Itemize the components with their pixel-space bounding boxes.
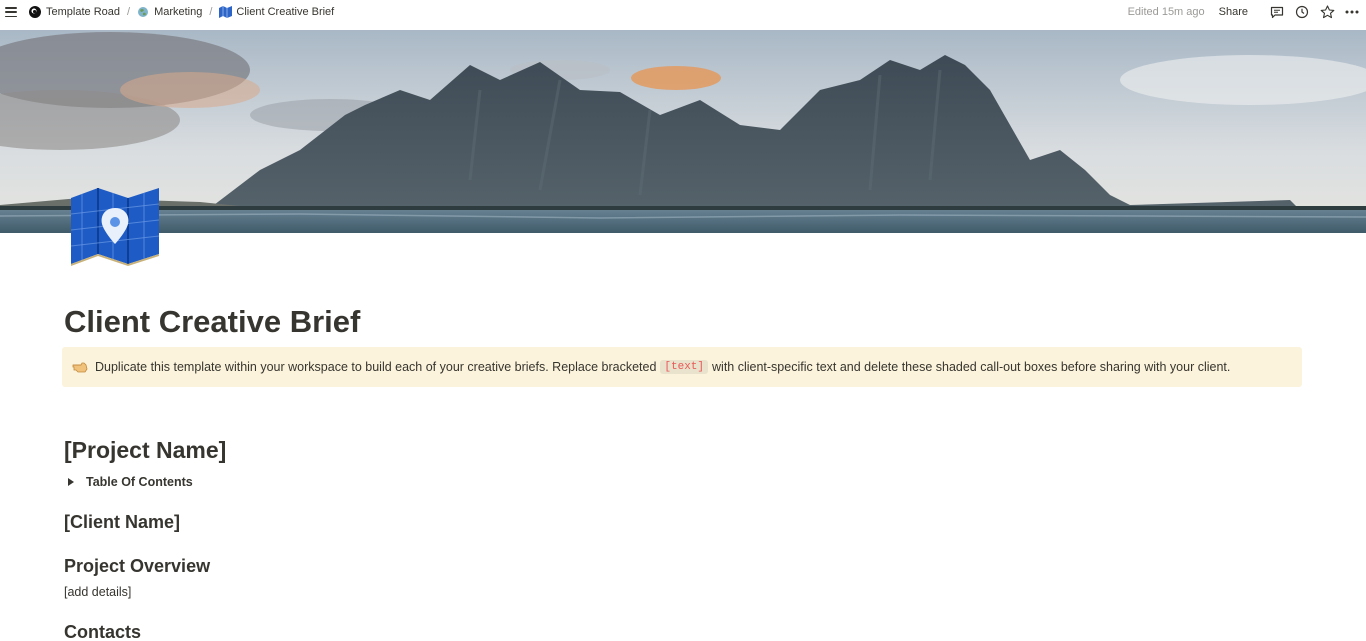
heading-project-name[interactable]: [Project Name]	[64, 437, 226, 464]
page-title[interactable]: Client Creative Brief	[64, 300, 1302, 344]
map-icon	[219, 6, 233, 18]
comment-icon[interactable]	[1269, 4, 1285, 20]
top-bar: Template Road / Marketing / Client Creat…	[0, 0, 1366, 24]
breadcrumb-separator: /	[127, 6, 131, 18]
favorite-star-icon[interactable]	[1319, 4, 1335, 20]
page-content: Client Creative Brief Duplicate this tem…	[62, 300, 1302, 641]
globe-icon	[137, 6, 149, 18]
history-icon[interactable]	[1294, 4, 1310, 20]
callout-text-after: with client-specific text and delete the…	[712, 360, 1231, 374]
breadcrumb: Template Road / Marketing / Client Creat…	[29, 0, 334, 24]
cover-image[interactable]	[0, 30, 1366, 233]
share-button[interactable]: Share	[1219, 6, 1248, 18]
toggle-arrow-icon[interactable]	[68, 478, 74, 486]
heading-client-name[interactable]: [Client Name]	[64, 512, 180, 533]
breadcrumb-label: Client Creative Brief	[236, 6, 335, 18]
breadcrumb-separator: /	[209, 6, 213, 18]
edited-timestamp: Edited 15m ago	[1127, 6, 1205, 18]
more-icon[interactable]	[1344, 4, 1360, 20]
breadcrumb-item-client-creative-brief[interactable]: Client Creative Brief	[219, 6, 334, 18]
breadcrumb-label: Template Road	[46, 6, 120, 18]
menu-icon[interactable]	[4, 5, 18, 19]
callout-text-before: Duplicate this template within your work…	[95, 360, 657, 374]
map-pin-icon[interactable]	[68, 186, 162, 266]
mountain-landscape-image	[0, 30, 1366, 233]
pointing-hand-icon	[72, 361, 90, 373]
toggle-label: Table Of Contents	[86, 475, 193, 489]
heading-contacts[interactable]: Contacts	[64, 622, 141, 641]
heading-project-overview[interactable]: Project Overview	[64, 556, 210, 577]
overview-details-text[interactable]: [add details]	[64, 585, 131, 599]
workspace-logo-icon	[29, 6, 41, 18]
breadcrumb-label: Marketing	[154, 6, 203, 18]
toggle-table-of-contents[interactable]: Table Of Contents	[66, 475, 193, 489]
breadcrumb-item-template-road[interactable]: Template Road	[29, 6, 120, 18]
topbar-actions: Edited 15m ago Share	[1128, 0, 1360, 24]
callout-box[interactable]: Duplicate this template within your work…	[62, 347, 1302, 387]
inline-code: [text]	[660, 360, 709, 374]
breadcrumb-item-marketing[interactable]: Marketing	[137, 6, 202, 18]
